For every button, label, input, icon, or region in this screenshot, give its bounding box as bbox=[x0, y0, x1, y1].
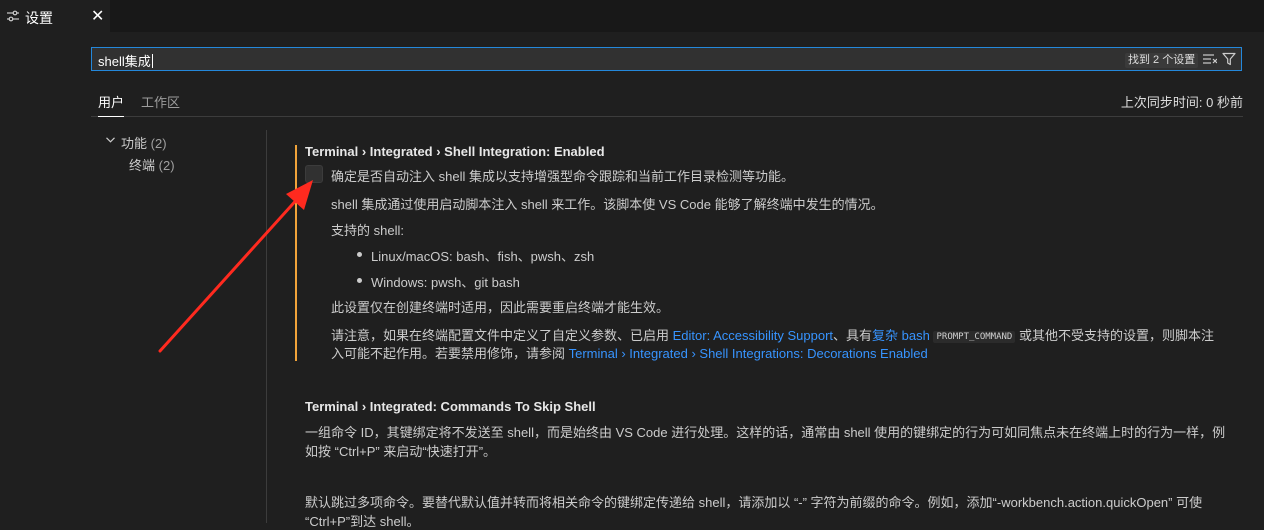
settings-search-box[interactable]: shell集成 找到 2 个设置 bbox=[91, 47, 1242, 71]
chevron-down-icon[interactable] bbox=[106, 137, 115, 143]
setting-title-shell-integration: Terminal › Integrated › Shell Integratio… bbox=[305, 144, 605, 159]
setting-title-commands-to-skip-shell: Terminal › Integrated: Commands To Skip … bbox=[305, 399, 596, 414]
setting-description: 默认跳过多项命令。要替代默认值并转而将相关命令的键绑定传递给 shell，请添加… bbox=[305, 495, 1203, 510]
toc-item-count: (2) bbox=[150, 136, 167, 151]
setting-note: 此设置仅在创建终端时适用，因此需要重启终端才能生效。 bbox=[331, 300, 670, 315]
close-icon[interactable]: ✕ bbox=[91, 6, 104, 26]
clear-filter-icon[interactable] bbox=[1203, 53, 1217, 65]
checkbox-label: 确定是否自动注入 shell 集成以支持增强型命令跟踪和当前工作目录检测等功能。 bbox=[331, 169, 794, 184]
list-item: Windows: pwsh、git bash bbox=[371, 275, 520, 290]
tab-title: 设置 bbox=[25, 10, 53, 26]
tab-user[interactable]: 用户 bbox=[98, 92, 125, 117]
tab-settings[interactable]: 设置 ✕ bbox=[0, 0, 110, 32]
supported-shells-label: 支持的 shell: bbox=[331, 223, 404, 238]
toc-item-terminal[interactable]: 终端 (2) bbox=[129, 155, 175, 174]
search-result-count: 找到 2 个设置 bbox=[1125, 53, 1199, 68]
link-complex-bash[interactable]: 复杂 bash bbox=[872, 328, 930, 343]
filter-icon[interactable] bbox=[1222, 52, 1236, 66]
setting-warning-line2: 入可能不起作用。若要禁用修饰，请参阅 Terminal › Integrated… bbox=[331, 346, 928, 361]
editor-tab-bar: 设置 ✕ bbox=[0, 0, 1264, 32]
toc-divider bbox=[266, 130, 267, 523]
shell-integration-checkbox[interactable] bbox=[305, 165, 323, 183]
setting-description: “Ctrl+P”到达 shell。 bbox=[305, 514, 420, 529]
link-accessibility-support[interactable]: Editor: Accessibility Support bbox=[673, 328, 833, 343]
sync-status: 上次同步时间: 0 秒前 bbox=[1120, 95, 1243, 110]
setting-description: shell 集成通过使用启动脚本注入 shell 来工作。该脚本使 VS Cod… bbox=[331, 197, 884, 212]
list-item: Linux/macOS: bash、fish、pwsh、zsh bbox=[371, 249, 595, 264]
settings-scope-tabs: 用户 工作区 上次同步时间: 0 秒前 bbox=[91, 89, 1243, 117]
toc-item-label: 功能 bbox=[121, 136, 148, 151]
list-bullet bbox=[357, 252, 362, 257]
toc-item-count: (2) bbox=[158, 158, 175, 173]
setting-description: 如按 “Ctrl+P” 来启动“快速打开”。 bbox=[305, 444, 497, 459]
setting-warning-line1: 请注意，如果在终端配置文件中定义了自定义参数、已启用 Editor: Acces… bbox=[331, 328, 1214, 343]
setting-description: 一组命令 ID，其键绑定将不发送至 shell，而是始终由 VS Code 进行… bbox=[305, 425, 1226, 440]
search-input[interactable]: shell集成 bbox=[98, 51, 153, 70]
settings-icon bbox=[7, 10, 19, 22]
tab-workspace[interactable]: 工作区 bbox=[141, 92, 180, 116]
annotation-arrow bbox=[158, 180, 313, 353]
toc-item-features[interactable]: 功能 (2) bbox=[121, 133, 167, 152]
modified-indicator bbox=[295, 145, 297, 361]
list-bullet bbox=[357, 278, 362, 283]
toc-item-label: 终端 bbox=[129, 158, 156, 173]
code-prompt-command: PROMPT_COMMAND bbox=[933, 331, 1016, 343]
link-decorations-enabled[interactable]: Terminal › Integrated › Shell Integratio… bbox=[569, 346, 928, 361]
